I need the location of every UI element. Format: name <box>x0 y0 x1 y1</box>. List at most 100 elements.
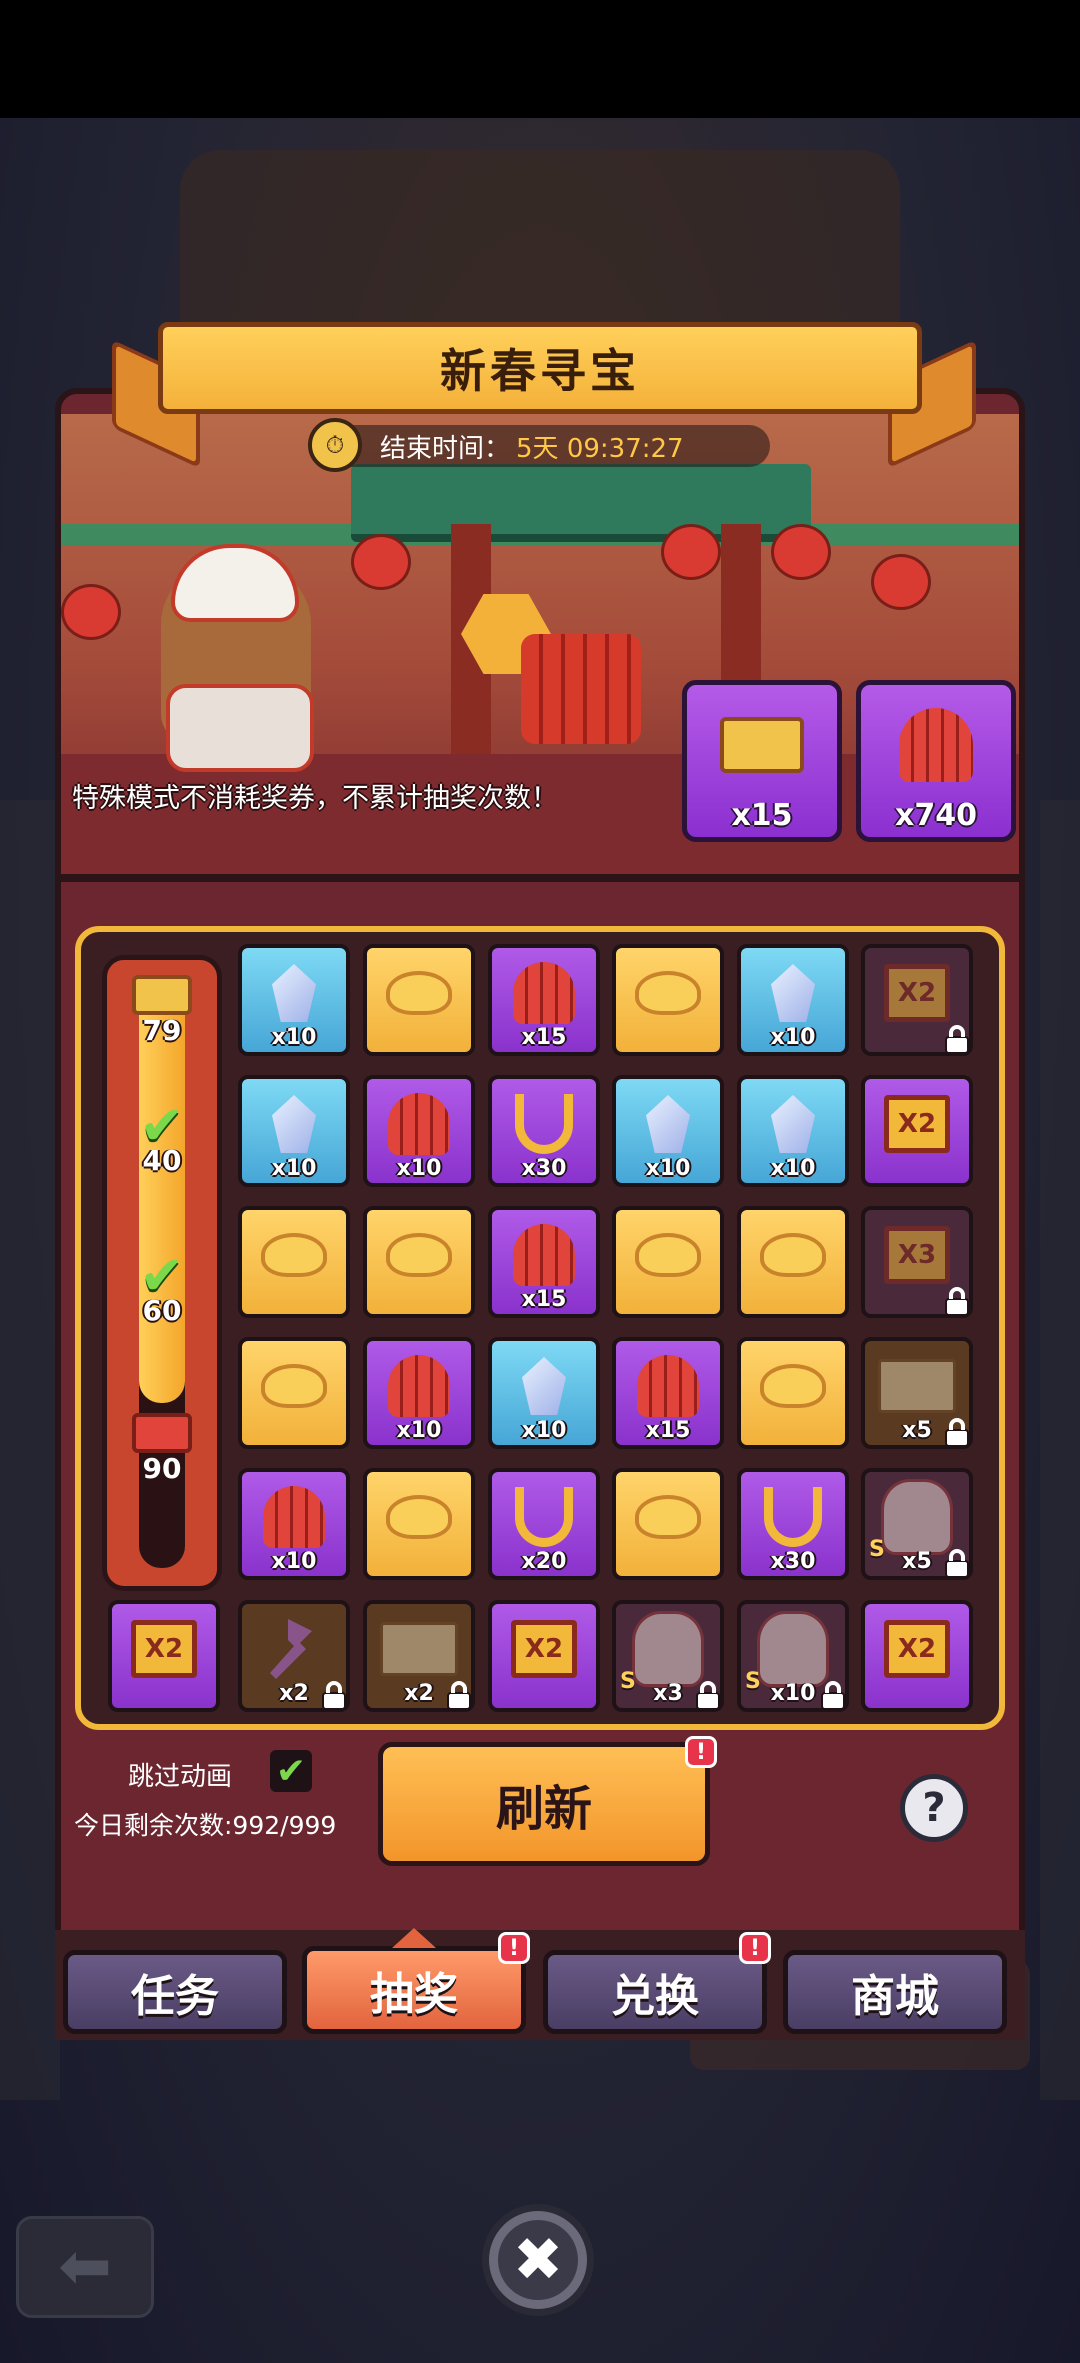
lock-icon <box>445 1680 473 1710</box>
milestone-value: 90 <box>142 1452 182 1485</box>
reward-tile[interactable]: x10 <box>612 1075 724 1187</box>
reward-tile[interactable]: Sx10 <box>737 1600 849 1712</box>
gift-icon <box>132 1413 192 1453</box>
firecracker-icon <box>513 1224 575 1286</box>
reward-tile[interactable]: X2 <box>861 1075 973 1187</box>
reward-tile[interactable] <box>612 1468 724 1580</box>
reward-tile[interactable]: X2 <box>108 1600 220 1712</box>
reward-tile[interactable]: x10 <box>737 944 849 1056</box>
reward-tile[interactable]: X3 <box>861 1206 973 1318</box>
timer-value: 5天 09:37:27 <box>516 433 684 464</box>
tab-alert-badge: ! <box>739 1932 771 1964</box>
close-button[interactable]: ✖ <box>482 2204 594 2316</box>
back-button[interactable]: ⬅ <box>16 2216 154 2318</box>
lion-dance-hat <box>171 544 299 622</box>
multiplier-icon: X3 <box>884 1226 950 1284</box>
reward-tile[interactable]: x10 <box>238 1468 350 1580</box>
reward-tile[interactable]: X2 <box>861 1600 973 1712</box>
firecracker-icon <box>388 1355 450 1417</box>
character-icon <box>757 1611 829 1687</box>
milestone-40[interactable]: ✔ 40 <box>107 1094 217 1178</box>
gold-ingot-icon <box>261 1233 327 1277</box>
tab-3[interactable]: 兑换 <box>543 1950 767 2034</box>
reward-tile[interactable]: X2 <box>861 944 973 1056</box>
reward-tile[interactable]: x10 <box>238 944 350 1056</box>
reward-tile[interactable]: x2 <box>363 1600 475 1712</box>
reward-tile[interactable]: Sx5 <box>861 1468 973 1580</box>
lantern-icon <box>771 524 831 580</box>
tab-2[interactable]: 抽奖 <box>302 1946 526 2034</box>
reward-tile[interactable]: x15 <box>488 944 600 1056</box>
reward-tile[interactable]: x10 <box>737 1075 849 1187</box>
reward-tile[interactable]: x5 <box>861 1337 973 1449</box>
milestone-60[interactable]: ✔ 60 <box>107 1243 217 1328</box>
refresh-button[interactable]: 刷新 <box>378 1742 710 1866</box>
lock-icon <box>943 1548 971 1578</box>
reward-count: x10 <box>645 1156 691 1181</box>
lock-icon <box>943 1417 971 1447</box>
multiplier-icon: X2 <box>884 1620 950 1678</box>
gold-ingot-icon <box>386 1233 452 1277</box>
reward-tile[interactable]: x10 <box>238 1075 350 1187</box>
reward-tile[interactable]: x2 <box>238 1600 350 1712</box>
reward-tile[interactable]: x30 <box>737 1468 849 1580</box>
firecracker-icon <box>513 962 575 1024</box>
lock-icon <box>943 1286 971 1316</box>
reward-tile[interactable]: x30 <box>488 1075 600 1187</box>
milestone-value: 60 <box>142 1294 182 1327</box>
progress-track: 79 ✔ 40 ✔ 60 90 <box>102 955 222 1591</box>
reward-tile[interactable]: x15 <box>488 1206 600 1318</box>
timer-label: 结束时间： <box>380 433 511 464</box>
horseshoe-icon <box>515 1094 573 1154</box>
background-left-edge <box>0 800 60 2100</box>
reward-tile[interactable]: x15 <box>612 1337 724 1449</box>
reward-tile[interactable] <box>363 944 475 1056</box>
crystal-icon <box>272 964 316 1022</box>
reward-tile[interactable]: X2 <box>488 1600 600 1712</box>
reward-tile[interactable]: x10 <box>363 1337 475 1449</box>
reward-count: x10 <box>271 1549 317 1574</box>
check-icon: ✔ <box>139 1243 185 1307</box>
reward-tile[interactable] <box>737 1337 849 1449</box>
title-banner: 新春寻宝 <box>158 322 922 414</box>
reward-tile[interactable] <box>238 1337 350 1449</box>
question-mark-icon: ? <box>922 1785 946 1831</box>
reward-tile[interactable]: x20 <box>488 1468 600 1580</box>
milestone-79[interactable]: 79 <box>107 970 217 1047</box>
reward-count: x15 <box>521 1287 567 1312</box>
lantern-icon <box>61 584 121 640</box>
reward-count: x10 <box>396 1418 442 1443</box>
reward-tile[interactable] <box>737 1206 849 1318</box>
reward-tile[interactable]: Sx3 <box>612 1600 724 1712</box>
tab-label: 商城 <box>851 1971 939 2022</box>
help-button[interactable]: ? <box>900 1774 968 1842</box>
gold-ingot-icon <box>386 971 452 1015</box>
reward-count: x30 <box>770 1549 816 1574</box>
background-right-edge <box>1040 800 1080 2100</box>
firecracker-balance[interactable]: x740 <box>856 680 1016 842</box>
reward-tile[interactable] <box>238 1206 350 1318</box>
reward-tile[interactable] <box>363 1468 475 1580</box>
firecracker-count: x740 <box>895 798 977 833</box>
reward-tile[interactable]: x10 <box>363 1075 475 1187</box>
reward-tile[interactable]: x10 <box>488 1337 600 1449</box>
key-icon <box>270 1619 312 1679</box>
horseshoe-icon <box>764 1487 822 1547</box>
reward-tile[interactable] <box>363 1206 475 1318</box>
lock-icon <box>943 1024 971 1054</box>
refresh-label: 刷新 <box>495 1781 592 1837</box>
tab-1[interactable]: 任务 <box>63 1950 287 2034</box>
refresh-alert-badge: ! <box>685 1736 717 1768</box>
ticket-balance[interactable]: x15 <box>682 680 842 842</box>
reward-count: x10 <box>271 1156 317 1181</box>
reward-count: x30 <box>521 1156 567 1181</box>
tab-4[interactable]: 商城 <box>783 1950 1007 2034</box>
skip-animation-checkbox[interactable]: ✔ <box>270 1750 312 1792</box>
milestone-90[interactable]: 90 <box>107 1408 217 1485</box>
reward-count: x15 <box>645 1418 691 1443</box>
reward-tile[interactable] <box>612 1206 724 1318</box>
milestone-value: 79 <box>142 1014 182 1047</box>
reward-tile[interactable] <box>612 944 724 1056</box>
lantern-icon <box>661 524 721 580</box>
milestone-value: 40 <box>142 1144 182 1177</box>
